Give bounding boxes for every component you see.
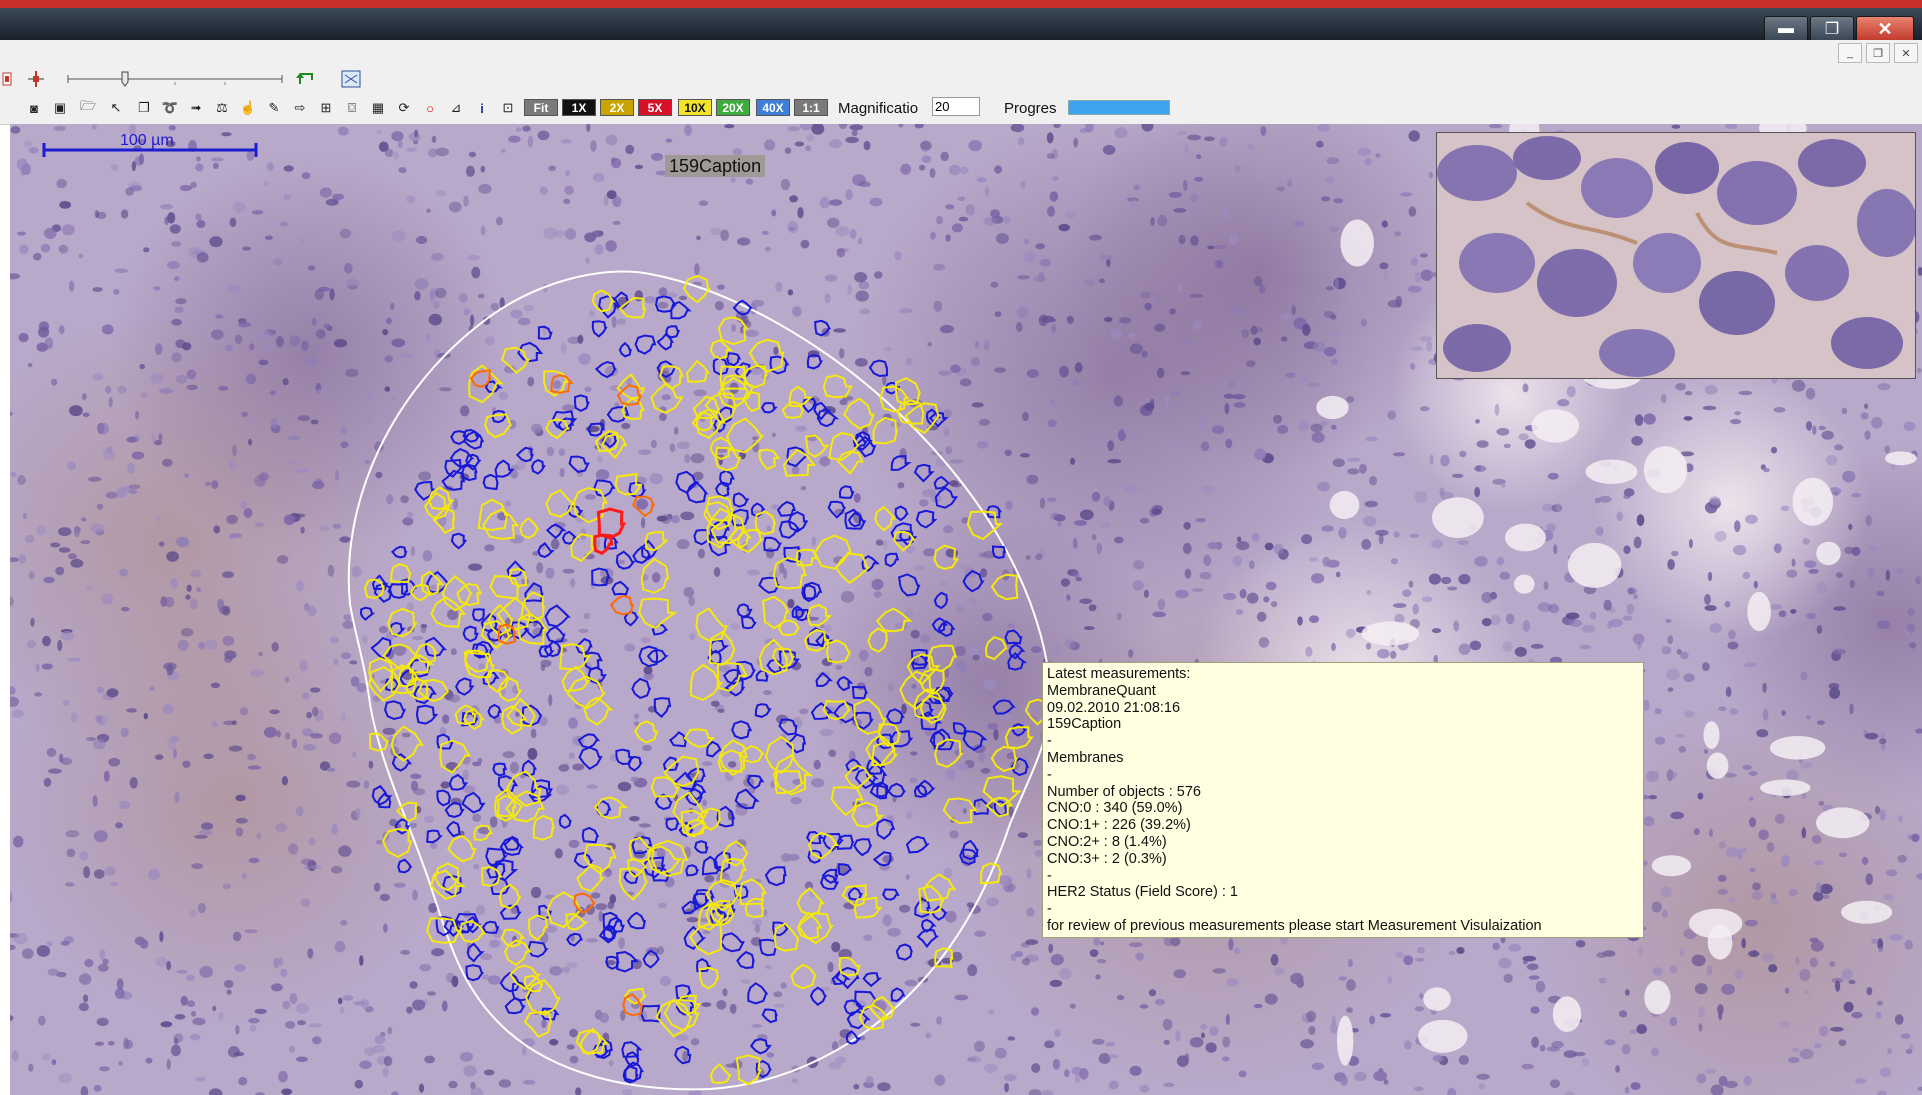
- review-hint: for review of previous measurements plea…: [1047, 917, 1542, 934]
- zoom-slider-bar: [0, 66, 1922, 92]
- stop-icon[interactable]: ▣: [50, 98, 70, 118]
- lasso-icon[interactable]: ➰: [160, 98, 180, 118]
- inset-image: [1437, 133, 1915, 378]
- measurement-results-panel: Latest measurements: MembraneQuant 09.02…: [1042, 662, 1644, 938]
- marker-icon[interactable]: [2, 72, 12, 86]
- folder-icon[interactable]: 🗁: [78, 98, 98, 118]
- grid-tool-icon[interactable]: [341, 70, 361, 88]
- separator-line: -: [1047, 867, 1052, 884]
- separator-line: -: [1047, 766, 1052, 783]
- region-caption: 159Caption: [665, 155, 766, 177]
- record-icon[interactable]: ◙: [24, 98, 44, 118]
- child-restore-button[interactable]: ❐: [1866, 43, 1890, 63]
- her2-status: HER2 Status (Field Score) : 1: [1047, 884, 1238, 901]
- measurement-caption: 159Caption: [1047, 716, 1122, 733]
- camera-icon[interactable]: ⌼: [342, 98, 362, 118]
- zoom-1to1-button[interactable]: 1:1: [794, 99, 828, 116]
- cno2-result: CNO:2+ : 8 (1.4%): [1047, 833, 1167, 850]
- undo-arrow-icon[interactable]: [296, 73, 313, 84]
- scale-bar-label: 100 µm: [120, 132, 174, 149]
- zoom-5x-button[interactable]: 5X: [638, 99, 672, 116]
- child-window-bar: _ ❐ ✕: [0, 40, 1922, 67]
- close-button[interactable]: ✕: [1856, 16, 1914, 42]
- hand-icon[interactable]: ☝: [238, 98, 258, 118]
- split-icon[interactable]: [28, 71, 44, 87]
- select-arrow-icon[interactable]: ↖: [106, 98, 126, 118]
- refresh-icon[interactable]: ⟳: [394, 98, 414, 118]
- cno0-result: CNO:0 : 340 (59.0%): [1047, 800, 1183, 817]
- child-close-button[interactable]: ✕: [1894, 43, 1918, 63]
- progress-bar: [1068, 100, 1170, 115]
- minimize-icon: ▬: [1778, 20, 1794, 37]
- progress-fill: [1069, 101, 1169, 114]
- progress-label: Progres: [1004, 100, 1057, 117]
- magnification-input[interactable]: [932, 97, 980, 116]
- measurement-method: MembraneQuant: [1047, 682, 1156, 699]
- window-icon[interactable]: ❐: [134, 98, 154, 118]
- measurement-target: Membranes: [1047, 749, 1124, 766]
- circle-tool-icon[interactable]: ○: [420, 98, 440, 118]
- zoom-40x-button[interactable]: 40X: [756, 99, 790, 116]
- brush-icon[interactable]: ✎: [264, 98, 284, 118]
- main-toolbar: ◙ ▣ 🗁 ↖ ❐ ➰ ➟ ⚖ ☝ ✎ ⇨ ⊞ ⌼ ▦ ⟳ ○ ⊿ i ⊡ Fi…: [0, 92, 1922, 125]
- cno3-result: CNO:3+ : 2 (0.3%): [1047, 850, 1167, 867]
- separator-line: -: [1047, 733, 1052, 750]
- zoom-10x-button[interactable]: 10X: [678, 99, 712, 116]
- magnification-label: Magnificatio: [838, 100, 919, 117]
- overview-inset[interactable]: [1436, 132, 1916, 379]
- tree-icon[interactable]: ⊞: [316, 98, 336, 118]
- export-icon[interactable]: ⇨: [290, 98, 310, 118]
- zoom-20x-button[interactable]: 20X: [716, 99, 750, 116]
- close-icon: ✕: [1877, 18, 1893, 39]
- measure-icon[interactable]: ⚖: [212, 98, 232, 118]
- minimize-button[interactable]: ▬: [1764, 16, 1808, 42]
- cno1-result: CNO:1+ : 226 (39.2%): [1047, 817, 1191, 834]
- results-heading: Latest measurements:: [1047, 666, 1191, 682]
- chart-icon[interactable]: ⊿: [446, 98, 466, 118]
- object-count: Number of objects : 576: [1047, 783, 1201, 800]
- restore-button[interactable]: ❐: [1810, 16, 1854, 42]
- layers-icon[interactable]: ▦: [368, 98, 388, 118]
- zoom-1x-button[interactable]: 1X: [562, 99, 596, 116]
- slider-controls: [2, 70, 361, 88]
- window-titlebar: ▬ ❐ ✕: [0, 8, 1922, 42]
- minimize-icon: _: [1846, 47, 1854, 59]
- separator-line: -: [1047, 901, 1052, 918]
- info-icon[interactable]: i: [472, 98, 492, 118]
- zoom-2x-button[interactable]: 2X: [600, 99, 634, 116]
- zoom-fit-button[interactable]: Fit: [524, 99, 558, 116]
- zoom-region-icon[interactable]: ⊡: [498, 98, 518, 118]
- measurement-timestamp: 09.02.2010 21:08:16: [1047, 699, 1181, 716]
- close-icon: ✕: [1901, 47, 1911, 60]
- pointer-icon[interactable]: ➟: [186, 98, 206, 118]
- restore-icon: ❐: [1824, 21, 1840, 38]
- zoom-slider[interactable]: [67, 71, 283, 87]
- child-minimize-button[interactable]: _: [1838, 43, 1862, 63]
- restore-icon: ❐: [1873, 47, 1883, 60]
- top-accent-strip: [0, 0, 1922, 8]
- slider-thumb: [121, 71, 129, 87]
